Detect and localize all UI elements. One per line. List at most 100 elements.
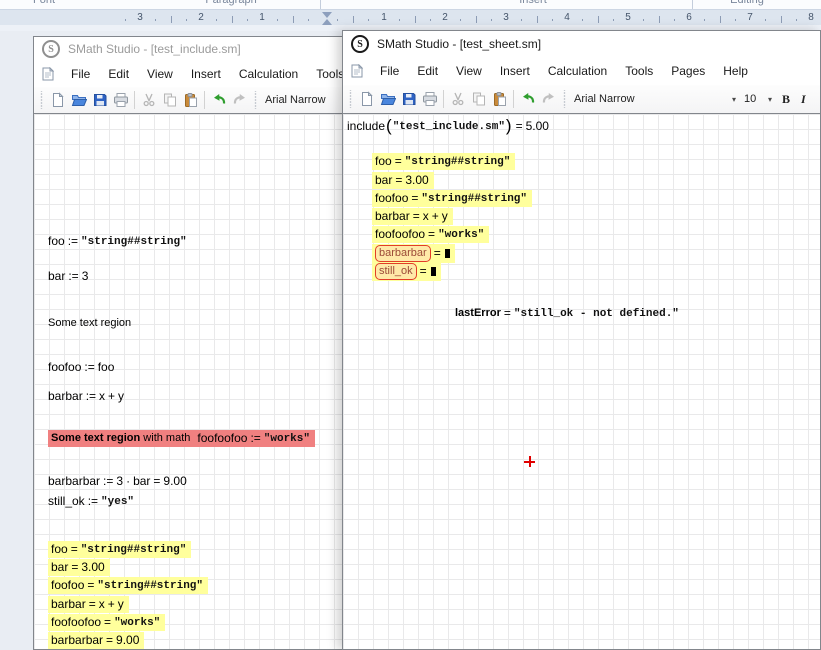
cut-icon[interactable]	[447, 89, 468, 110]
ruler-number: 3	[503, 12, 509, 23]
ruler-tick	[415, 16, 416, 23]
ruler-number: 2	[198, 12, 204, 23]
ruler-tick	[186, 19, 187, 21]
menu-edit[interactable]: Edit	[99, 63, 138, 85]
expression-part: =	[153, 474, 160, 489]
expression-part: foofoofoo	[197, 431, 247, 446]
save-icon[interactable]	[398, 89, 419, 110]
menu-calculation[interactable]: Calculation	[539, 60, 616, 82]
math-region[interactable]: foo="string##string"	[48, 541, 191, 558]
new-document-icon[interactable]	[47, 90, 68, 111]
expression-part: =	[411, 191, 418, 206]
font-name-combo[interactable]: Arial Narrow ▾	[570, 93, 740, 105]
cut-icon[interactable]	[138, 90, 159, 111]
expression-part: :=	[84, 360, 94, 375]
math-region[interactable]: bar:=3	[48, 269, 88, 284]
bold-button[interactable]: B	[776, 92, 796, 107]
ruler-number: 4	[564, 12, 570, 23]
menu-tools[interactable]: Tools	[616, 60, 662, 82]
menu-calculation[interactable]: Calculation	[230, 63, 307, 85]
expression-part: =	[104, 615, 111, 630]
expression-part: x	[423, 209, 429, 224]
menu-file[interactable]: File	[62, 63, 99, 85]
math-region[interactable]: foofoo="string##string"	[48, 577, 208, 594]
menu-insert[interactable]: Insert	[491, 60, 539, 82]
copy-icon[interactable]	[468, 89, 489, 110]
copy-icon[interactable]	[159, 90, 180, 111]
expression-part: 5.00	[526, 119, 549, 134]
math-region[interactable]: still_ok=	[372, 262, 441, 281]
font-name-combo[interactable]: Arial Narrow	[261, 94, 330, 106]
math-region[interactable]: include("test_include.sm")=5.00	[347, 119, 549, 134]
expression-part: foofoo	[48, 360, 81, 375]
window-title: SMath Studio - [test_sheet.sm]	[377, 37, 541, 51]
expression-part: =	[395, 154, 402, 169]
toolbar-grip[interactable]	[562, 90, 567, 108]
print-icon[interactable]	[110, 90, 131, 111]
expression-part: +	[108, 389, 115, 404]
new-document-icon[interactable]	[356, 89, 377, 110]
ruler-tick	[368, 19, 369, 21]
expression-part: with math	[140, 431, 190, 446]
math-region[interactable]: lastError="still_ok - not defined."	[455, 306, 679, 321]
titlebar[interactable]: S SMath Studio - [test_sheet.sm]	[343, 31, 820, 57]
expression-part: +	[432, 209, 439, 224]
math-region[interactable]: still_ok:="yes"	[48, 494, 134, 509]
ruler-number: 8	[808, 12, 814, 23]
ruler-number: 3	[137, 12, 143, 23]
expression-part: barbarbar	[51, 633, 103, 648]
titlebar[interactable]: S SMath Studio - [test_include.sm]	[34, 37, 344, 61]
math-region[interactable]: barbarbar:=3·bar=9.00	[48, 474, 187, 489]
expression-part: 3.00	[405, 173, 428, 188]
open-file-icon[interactable]	[68, 90, 89, 111]
menu-insert[interactable]: Insert	[182, 63, 230, 85]
math-region[interactable]: barbarbar=9.00	[48, 632, 144, 649]
menu-view[interactable]: View	[447, 60, 491, 82]
expression-part: =	[434, 246, 441, 261]
toolbar-separator	[134, 91, 135, 109]
expression-part: =	[413, 209, 420, 224]
save-icon[interactable]	[89, 90, 110, 111]
font-size-combo[interactable]: 10 ▾	[740, 93, 776, 105]
math-region[interactable]: bar=3.00	[372, 172, 434, 189]
math-region[interactable]: foo="string##string"	[372, 153, 515, 170]
undo-icon[interactable]	[517, 89, 538, 110]
open-file-icon[interactable]	[377, 89, 398, 110]
expression-part: =	[516, 119, 523, 134]
math-region[interactable]: barbarbar=	[372, 244, 455, 263]
redo-icon[interactable]	[538, 89, 559, 110]
math-region[interactable]: bar=3.00	[48, 559, 110, 576]
math-region[interactable]: Some text region	[48, 316, 131, 331]
redo-icon[interactable]	[229, 90, 250, 111]
math-region[interactable]: foofoofoo="works"	[372, 226, 489, 243]
sheet-canvas[interactable]: include("test_include.sm")=5.00 foo="stri…	[343, 113, 820, 649]
undo-icon[interactable]	[208, 90, 229, 111]
menu-pages[interactable]: Pages	[662, 60, 714, 82]
toolbar-separator	[443, 90, 444, 108]
math-region[interactable]: foofoofoo="works"	[48, 614, 165, 631]
math-region[interactable]: foofoo="string##string"	[372, 190, 532, 207]
sheet-canvas[interactable]: foo:="string##string" bar:=3 Some text reg…	[34, 113, 344, 649]
ruler-tick	[171, 16, 172, 23]
math-region[interactable]: foo:="string##string"	[48, 234, 187, 249]
ruler-number: 6	[686, 12, 692, 23]
horizontal-ruler[interactable]: 32112345678	[0, 10, 821, 31]
math-region[interactable]: barbar=x+y	[372, 208, 453, 225]
print-icon[interactable]	[419, 89, 440, 110]
math-region[interactable]: Some text region with mathfoofoofoo:="wo…	[48, 430, 315, 447]
math-region[interactable]: foofoo:=foo	[48, 360, 114, 375]
toolbar-grip[interactable]	[348, 90, 353, 108]
toolbar-grip[interactable]	[253, 91, 258, 109]
math-region[interactable]: barbar:=x+y	[48, 389, 124, 404]
paste-icon[interactable]	[180, 90, 201, 111]
ruler-tick	[720, 16, 721, 23]
menu-help[interactable]: Help	[714, 60, 757, 82]
ruler-number: 2	[442, 12, 448, 23]
menu-view[interactable]: View	[138, 63, 182, 85]
italic-button[interactable]: I	[796, 92, 811, 107]
math-region[interactable]: barbar=x+y	[48, 596, 129, 613]
menu-edit[interactable]: Edit	[408, 60, 447, 82]
menu-file[interactable]: File	[371, 60, 408, 82]
toolbar-grip[interactable]	[39, 91, 44, 109]
paste-icon[interactable]	[489, 89, 510, 110]
